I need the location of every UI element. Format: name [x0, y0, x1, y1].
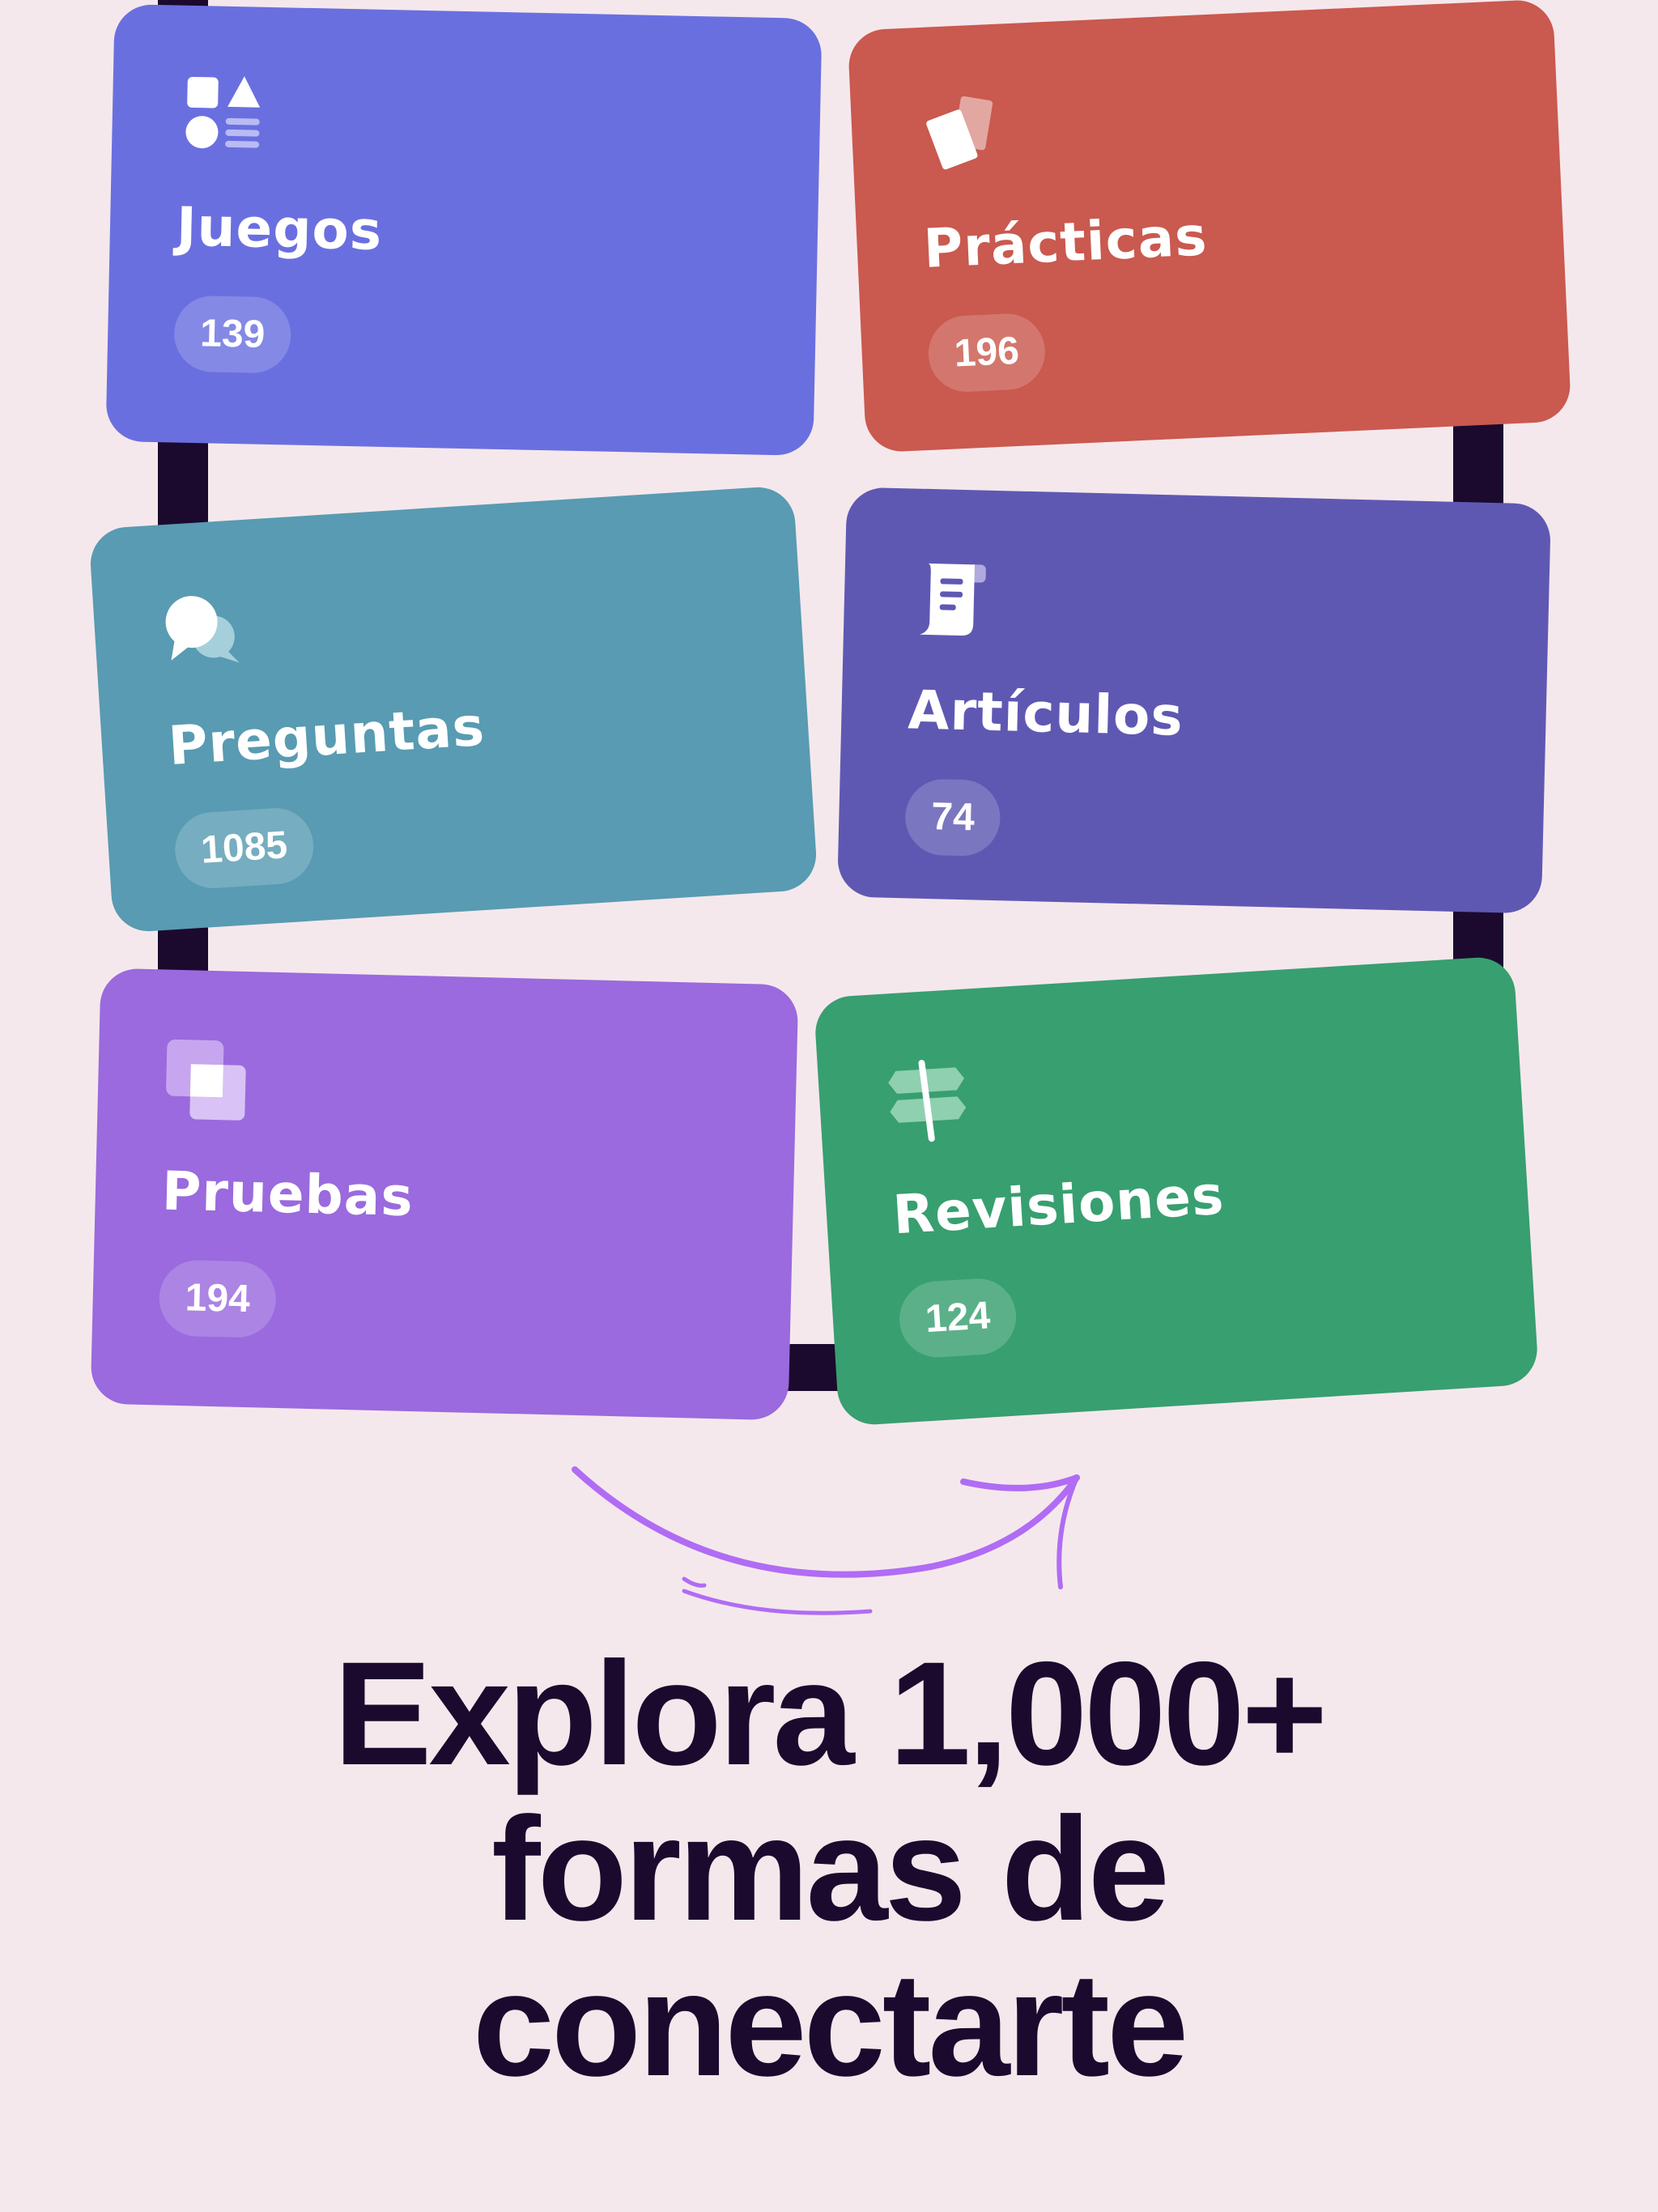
curved-arrow-icon: [572, 1466, 1080, 1615]
chat-bubbles-icon: [157, 585, 252, 679]
shapes-icon: [176, 70, 267, 161]
category-card-juegos[interactable]: Juegos 139: [105, 3, 823, 457]
card-count-badge: 1085: [172, 806, 316, 891]
layered-squares-icon: [162, 1034, 253, 1125]
category-card-practicas[interactable]: Prácticas 196: [847, 0, 1572, 453]
card-label: Preguntas: [166, 695, 487, 778]
card-count-badge: 196: [926, 312, 1047, 393]
card-label: Pruebas: [161, 1159, 414, 1229]
headline-line-1: Explora 1,000+: [334, 1631, 1328, 1796]
card-label: Juegos: [176, 195, 383, 262]
category-card-articulos[interactable]: Artículos 74: [836, 487, 1552, 914]
headline-line-2: formas de: [491, 1786, 1170, 1951]
card-count-badge: 194: [158, 1259, 277, 1338]
scroll-document-icon: [908, 553, 1000, 644]
category-card-pruebas[interactable]: Pruebas 194: [90, 968, 799, 1421]
category-card-revisiones[interactable]: Revisiones 124: [813, 955, 1540, 1427]
headline: Explora 1,000+ formas de conectarte: [0, 1636, 1658, 2102]
card-label: Artículos: [907, 678, 1184, 748]
card-count-badge: 74: [904, 778, 1001, 857]
card-count-badge: 124: [897, 1276, 1018, 1360]
card-label: Prácticas: [922, 205, 1209, 281]
cards-icon: [915, 88, 1008, 181]
card-label: Revisiones: [891, 1163, 1226, 1247]
headline-line-3: conectarte: [472, 1942, 1189, 2107]
signpost-icon: [882, 1053, 976, 1148]
card-count-badge: 139: [173, 295, 292, 374]
category-card-preguntas[interactable]: Preguntas 1085: [88, 485, 818, 934]
